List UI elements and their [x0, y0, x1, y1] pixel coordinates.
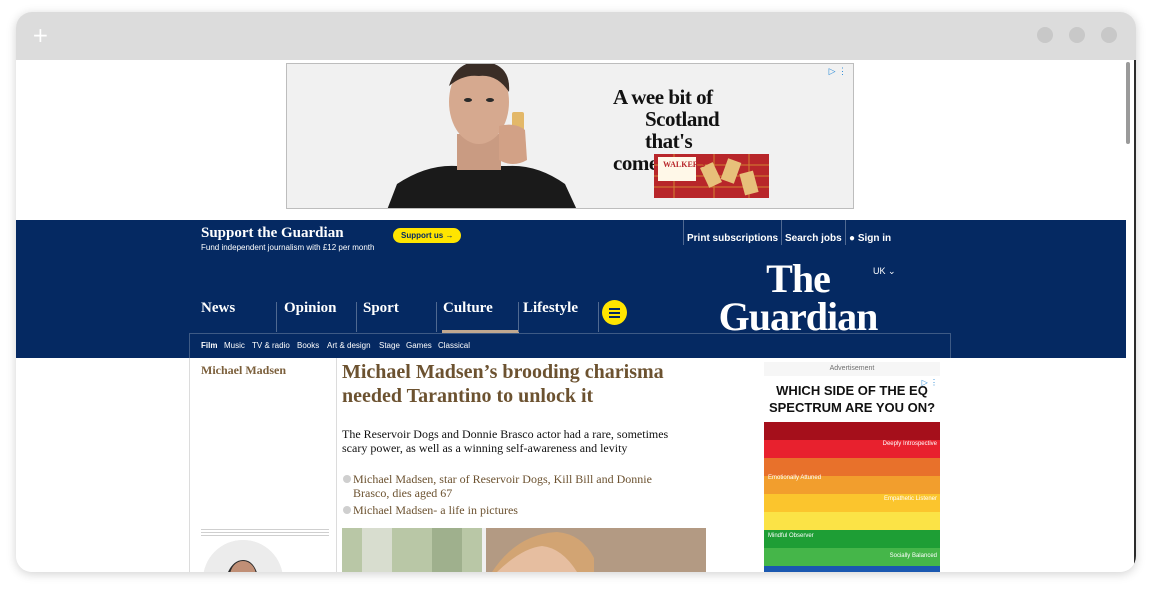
bullet-icon	[343, 475, 351, 483]
pillar-sport[interactable]: Sport	[363, 300, 399, 317]
scrollbar-thumb[interactable]	[1126, 62, 1130, 144]
article-photo	[342, 528, 706, 572]
chevron-down-icon: ⌄	[888, 266, 896, 276]
subnav-stage[interactable]: Stage	[379, 341, 400, 350]
hamburger-icon	[609, 312, 620, 314]
subnav-books[interactable]: Books	[297, 341, 319, 350]
author-byline[interactable]: Michael Madsen	[201, 363, 286, 378]
window-control-dot[interactable]	[1101, 27, 1117, 43]
section-subnav: Film Music TV & radio Books Art & design…	[189, 333, 951, 358]
related-link[interactable]: Michael Madsen- a life in pictures	[342, 503, 662, 517]
page-viewport: ▷ ⋮ A wee bit of Scotland that's come a …	[16, 60, 1136, 572]
subnav-classical[interactable]: Classical	[438, 341, 470, 350]
guardian-logo[interactable]: The Guardian	[702, 256, 894, 339]
spectrum-label: Emotionally Attuned	[768, 475, 822, 481]
pillar-culture[interactable]: Culture	[443, 300, 493, 317]
logo-line-1: The	[766, 256, 831, 301]
subnav-film[interactable]: Film	[201, 341, 217, 350]
bullet-icon	[343, 506, 351, 514]
spectrum-label: Mindful Observer	[768, 533, 814, 539]
subnav-music[interactable]: Music	[224, 341, 245, 350]
window-edge	[1134, 60, 1136, 572]
related-link[interactable]: Michael Madsen, star of Reservoir Dogs, …	[342, 472, 662, 500]
subnav-tv-radio[interactable]: TV & radio	[252, 341, 290, 350]
plus-icon[interactable]: +	[32, 24, 49, 46]
ad-headline-line-1: A wee bit of	[613, 85, 713, 109]
article-standfirst: The Reservoir Dogs and Donnie Brasco act…	[342, 427, 669, 455]
right-advertisement[interactable]: Advertisement ▷ ⋮ WHICH SIDE OF THE EQ S…	[764, 362, 940, 572]
spectrum-label: Deeply Introspective	[882, 441, 937, 447]
ad-photo-man	[387, 64, 577, 208]
pillar-lifestyle[interactable]: Lifestyle	[523, 300, 578, 317]
sign-in-label: Sign in	[857, 233, 892, 244]
search-jobs-link[interactable]: Search jobs	[781, 220, 842, 245]
pillar-divider	[518, 302, 519, 332]
print-subscriptions-link[interactable]: Print subscriptions	[683, 220, 778, 245]
spectrum-band	[764, 458, 940, 476]
menu-button[interactable]	[602, 300, 627, 325]
browser-window: + ▷ ⋮ A wee bit of Scotland that's come …	[16, 12, 1136, 572]
spectrum-label: Socially Balanced	[889, 553, 937, 559]
top-advertisement[interactable]: ▷ ⋮ A wee bit of Scotland that's come a …	[286, 63, 854, 209]
support-subtitle: Fund independent journalism with £12 per…	[201, 243, 375, 252]
edition-label: UK	[873, 266, 886, 276]
sign-in-link[interactable]: ● Sign in	[845, 220, 891, 245]
hamburger-icon	[609, 308, 620, 310]
logo-line-2: Guardian	[718, 294, 879, 339]
related-link-text: Michael Madsen, star of Reservoir Dogs, …	[353, 472, 652, 500]
browser-titlebar: +	[16, 12, 1136, 60]
ad-question: WHICH SIDE OF THE EQ SPECTRUM ARE YOU ON…	[768, 383, 936, 415]
pillar-divider	[436, 302, 437, 332]
column-divider	[189, 358, 190, 572]
ad-product-brand: WALKER'S	[663, 160, 706, 169]
hamburger-icon	[609, 316, 620, 318]
subnav-art-design[interactable]: Art & design	[327, 341, 371, 350]
article-main-image	[342, 528, 706, 572]
pillar-news[interactable]: News	[201, 300, 235, 317]
spectrum-band	[764, 566, 940, 572]
window-control-dot[interactable]	[1037, 27, 1053, 43]
divider-line	[201, 532, 329, 533]
pillar-divider	[276, 302, 277, 332]
support-title: Support the Guardian	[201, 225, 344, 241]
pillar-divider	[356, 302, 357, 332]
divider-line	[201, 535, 329, 536]
subnav-games[interactable]: Games	[406, 341, 432, 350]
pillar-divider	[598, 302, 599, 332]
ad-headline-line-2: Scotland that's	[645, 107, 720, 153]
ad-choices-icon[interactable]: ▷ ⋮	[829, 66, 847, 77]
spectrum-band	[764, 422, 940, 440]
column-divider	[336, 358, 337, 572]
article-headline: Michael Madsen’s brooding charisma neede…	[342, 361, 664, 407]
user-icon: ●	[849, 233, 856, 244]
support-us-button[interactable]: Support us →	[393, 228, 462, 243]
spectrum-label: Empathetic Listener	[883, 496, 937, 502]
pillar-opinion[interactable]: Opinion	[284, 300, 337, 317]
related-link-text: Michael Madsen- a life in pictures	[353, 503, 518, 517]
window-control-dot[interactable]	[1069, 27, 1085, 43]
author-avatar	[203, 540, 283, 572]
author-photo	[203, 540, 283, 572]
support-banner: Support the Guardian Fund independent jo…	[16, 220, 1126, 258]
spectrum-band	[764, 512, 940, 530]
advertisement-label: Advertisement	[764, 362, 940, 376]
divider-line	[201, 529, 329, 530]
edition-selector[interactable]: UK ⌄	[873, 266, 896, 277]
